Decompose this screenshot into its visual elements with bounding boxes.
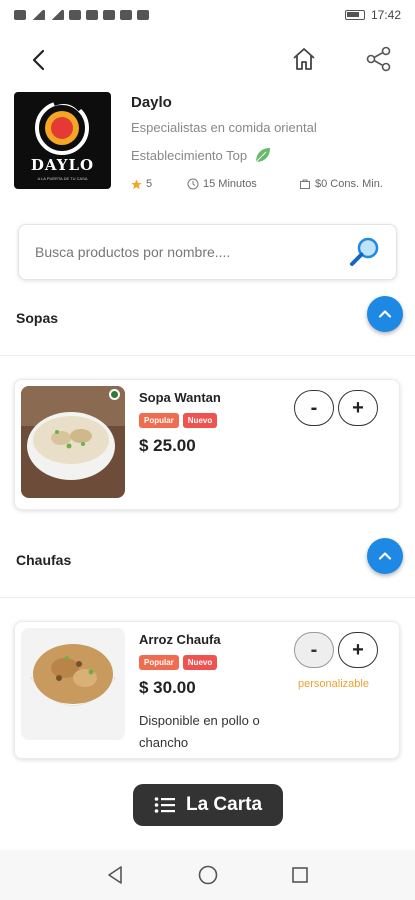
menu-button[interactable]: La Carta [133,784,283,826]
store-name: Daylo [131,94,172,111]
fried-rice-image [21,628,125,740]
store-meta: 5 15 Minutos $0 Cons. Min. [131,178,406,190]
product-image [21,386,125,498]
menu-button-label: La Carta [185,794,263,815]
store-header: DAYLO A LA PUERTA DE TU CASA Daylo Espec… [14,92,404,197]
circle-home-icon [198,865,217,885]
top-bar [0,38,415,82]
product-card-sopa-wantan[interactable]: Sopa Wantan Popular Nuevo $ 25.00 - + [14,379,400,510]
notification-icon [69,10,81,20]
product-name: Sopa Wantan [139,390,221,405]
battery-icon [344,10,365,20]
search-icon [350,237,379,266]
square-recents-icon [291,867,308,883]
search-box [18,224,397,280]
min-order-value: $0 Cons. Min. [315,178,383,190]
share-button[interactable] [364,44,394,74]
nav-back-button[interactable] [102,861,130,889]
rating: 5 [131,178,187,190]
system-nav-bar [0,850,415,900]
clock-icon [187,178,199,190]
star-icon [131,178,142,189]
signal-icon [31,10,45,20]
store-top-label: Establecimiento Top [131,147,248,163]
customizable-label: personalizable [298,678,369,690]
search-button[interactable] [348,235,382,269]
store-description: Especialistas en comida oriental [131,120,317,135]
increase-button[interactable]: + [338,390,378,426]
product-price: $ 30.00 [139,678,196,697]
nav-home-button[interactable] [194,861,222,889]
badge-popular: Popular [139,413,179,428]
wifi-icon [50,10,64,20]
badge-new: Nuevo [182,413,218,428]
collapse-button[interactable] [367,538,403,574]
sim-icon [14,10,26,20]
chevron-up-icon [378,552,392,560]
home-icon [293,48,315,70]
availability-dot [109,389,120,400]
logo-tagline: A LA PUERTA DE TU CASA [37,176,88,181]
section-title: Chaufas [16,552,72,568]
facebook-icon [103,10,115,20]
decrease-button[interactable]: - [294,390,334,426]
decrease-button[interactable]: - [294,632,334,668]
min-order: $0 Cons. Min. [299,178,383,190]
nav-recents-button[interactable] [286,861,314,889]
bag-icon [300,179,310,189]
wrench-icon [86,10,98,20]
collapse-button[interactable] [367,296,403,332]
product-image [21,628,125,740]
product-name: Arroz Chaufa [139,632,221,647]
store-logo: DAYLO A LA PUERTA DE TU CASA [14,92,111,189]
search-input[interactable] [35,225,345,279]
product-badges: Popular Nuevo [139,655,218,670]
daylo-logo-icon [35,100,89,155]
increase-button[interactable]: + [338,632,378,668]
status-icons [14,10,149,20]
status-time: 17:42 [370,8,401,22]
product-price: $ 25.00 [139,436,196,455]
delivery-time: 15 Minutos [187,178,299,190]
logo-text: DAYLO [30,156,95,174]
section-header-sopas: Sopas [0,296,415,356]
quantity-stepper: - + [294,632,378,668]
section-title: Sopas [16,310,59,326]
chevron-up-icon [378,310,392,318]
check-icon [120,10,132,20]
quantity-stepper: - + [294,390,378,426]
store-top-badge: Establecimiento Top [131,146,271,164]
soup-bowl-image [21,386,125,498]
share-icon [366,46,391,72]
rating-value: 5 [146,178,153,190]
section-header-chaufas: Chaufas [0,538,415,598]
product-card-arroz-chaufa[interactable]: Arroz Chaufa Popular Nuevo $ 30.00 Dispo… [14,621,400,759]
back-arrow-icon [32,49,45,71]
status-bar: 17:42 [0,0,415,30]
leaf-icon [255,148,271,163]
triangle-back-icon [107,866,122,884]
back-button[interactable] [26,46,54,74]
list-icon [154,797,175,813]
product-description: Disponible en pollo o chancho [139,713,260,750]
badge-new: Nuevo [182,655,218,670]
delivery-time-value: 15 Minutos [203,178,257,190]
home-button[interactable] [289,44,319,74]
messenger-icon [137,10,149,20]
badge-popular: Popular [139,655,179,670]
product-badges: Popular Nuevo [139,413,218,428]
